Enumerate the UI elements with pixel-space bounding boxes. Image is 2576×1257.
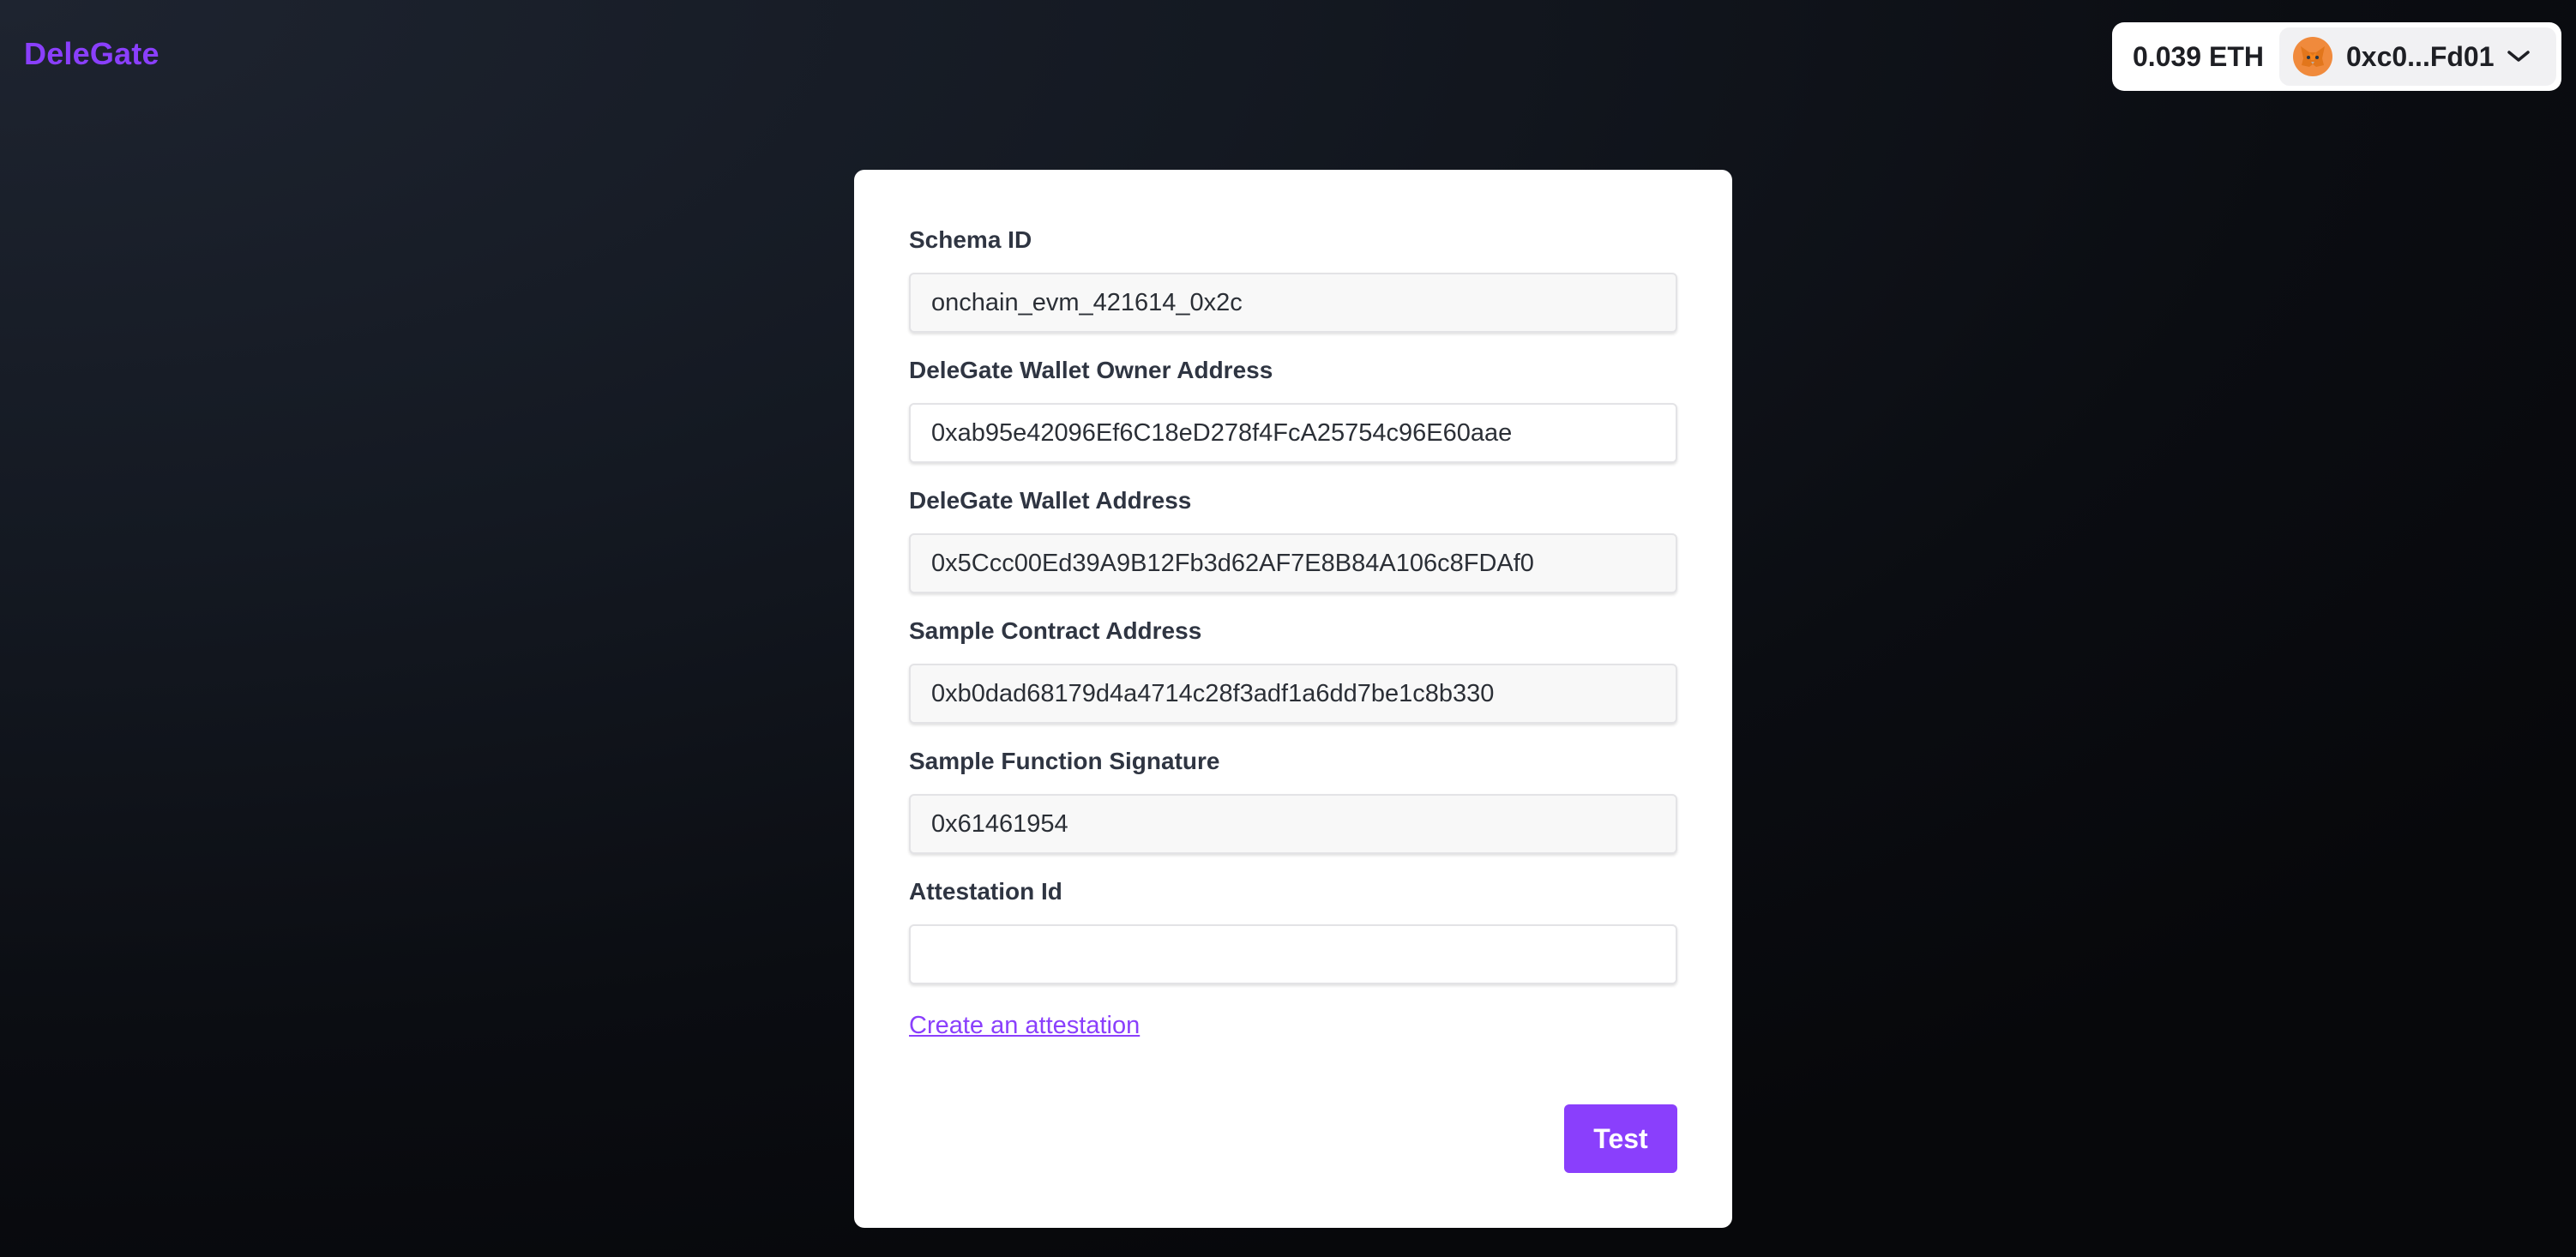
wallet-address-label: DeleGate Wallet Address: [909, 487, 1192, 514]
attestation-form-card: Schema ID DeleGate Wallet Owner Address …: [854, 170, 1732, 1228]
schema-id-label: Schema ID: [909, 226, 1032, 253]
attestation-id-label: Attestation Id: [909, 878, 1062, 905]
wallet-owner-address-field: DeleGate Wallet Owner Address: [909, 355, 1677, 463]
contract-address-label: Sample Contract Address: [909, 617, 1202, 644]
function-signature-label: Sample Function Signature: [909, 748, 1220, 774]
contract-address-input[interactable]: [909, 664, 1677, 724]
account-address: 0xc0...Fd01: [2345, 40, 2495, 72]
metamask-fox-icon: [2292, 37, 2332, 76]
wallet-owner-address-label: DeleGate Wallet Owner Address: [909, 357, 1273, 383]
wallet-bar: 0.039 ETH 0xc0...Fd01: [2112, 22, 2561, 91]
wallet-owner-address-input[interactable]: [909, 403, 1677, 463]
test-button[interactable]: Test: [1564, 1104, 1677, 1173]
function-signature-field: Sample Function Signature: [909, 746, 1677, 854]
schema-id-field: Schema ID: [909, 225, 1677, 333]
account-button[interactable]: 0xc0...Fd01: [2278, 27, 2556, 86]
attestation-id-input[interactable]: [909, 924, 1677, 984]
schema-id-input[interactable]: [909, 273, 1677, 333]
chevron-down-icon[interactable]: [2507, 50, 2531, 63]
create-attestation-link[interactable]: Create an attestation: [909, 1012, 1140, 1040]
app-logo: DeleGate: [24, 36, 159, 71]
wallet-address-input[interactable]: [909, 533, 1677, 593]
function-signature-input[interactable]: [909, 794, 1677, 854]
attestation-id-field: Attestation Id: [909, 876, 1677, 984]
wallet-address-field: DeleGate Wallet Address: [909, 485, 1677, 593]
eth-balance: 0.039 ETH: [2133, 40, 2264, 72]
contract-address-field: Sample Contract Address: [909, 616, 1677, 724]
